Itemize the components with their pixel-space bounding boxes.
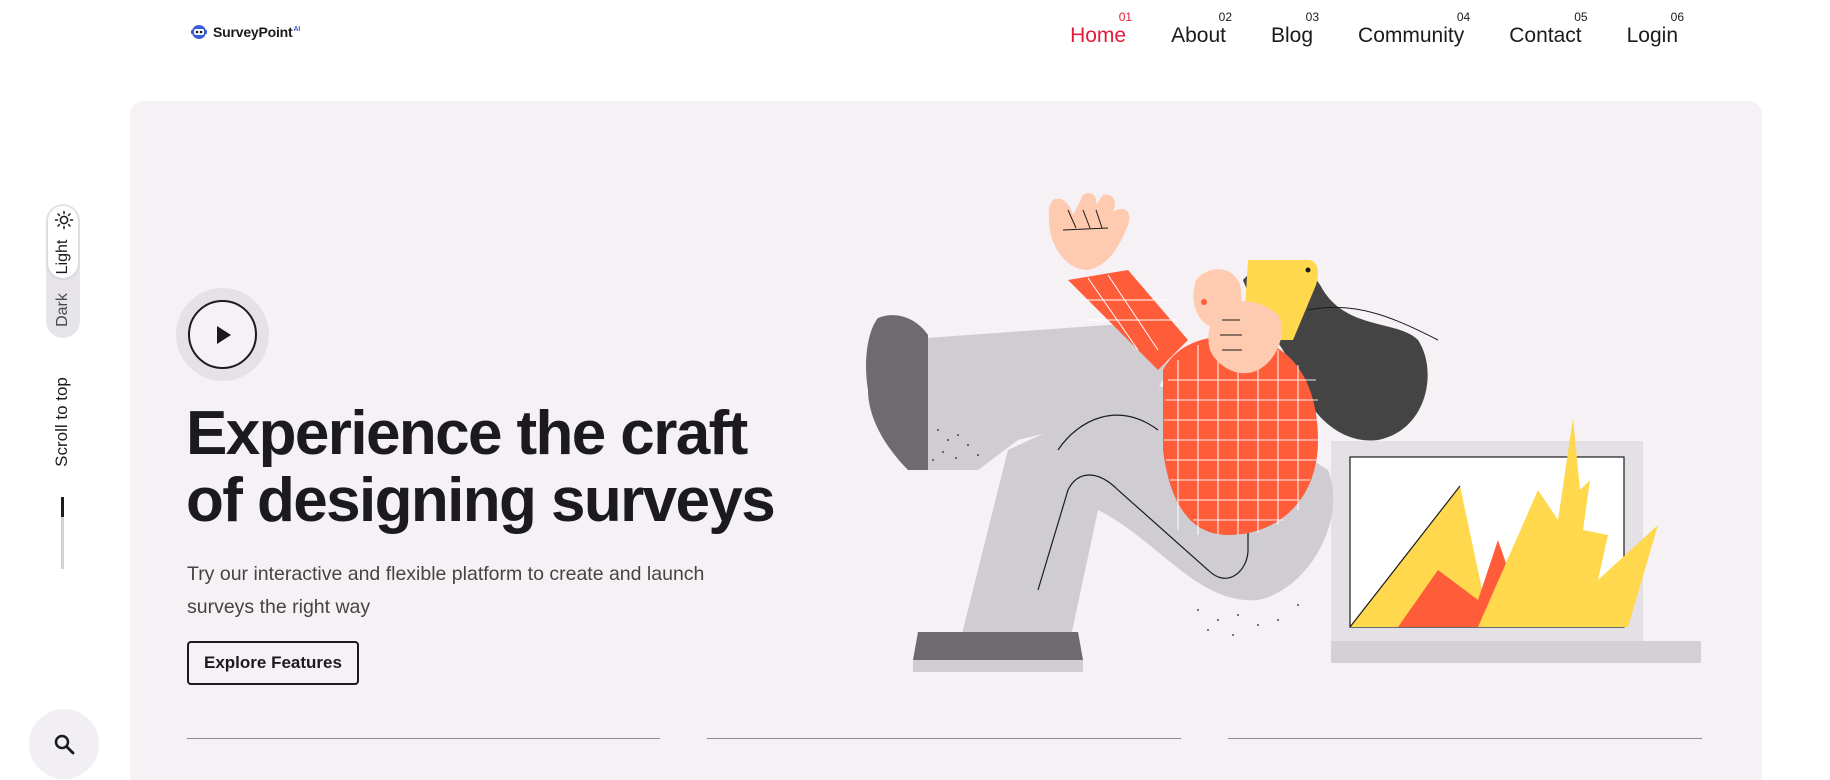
nav-number: 05: [1574, 10, 1588, 24]
hero-subtext: Try our interactive and flexible platfor…: [187, 563, 705, 618]
nav-number: 04: [1456, 10, 1471, 24]
play-button-inner: [188, 300, 257, 369]
logo[interactable]: SurveyPointAI: [189, 22, 300, 42]
sun-icon: [54, 210, 74, 230]
scroll-progress-thumb: [61, 497, 64, 517]
feature-divider-1: [187, 738, 660, 739]
nav-label: Blog: [1271, 24, 1314, 47]
nav-community[interactable]: 04 Community: [1358, 10, 1470, 48]
nav-label: About: [1171, 24, 1226, 47]
scroll-to-top[interactable]: Scroll to top: [52, 372, 72, 472]
nav-label: Contact: [1509, 24, 1582, 47]
headline-line-2: of designing surveys: [186, 466, 776, 535]
nav-contact[interactable]: 05 Contact: [1509, 10, 1587, 48]
logo-text: SurveyPointAI: [213, 24, 301, 40]
headline-line-1: Experience the craft: [186, 399, 748, 468]
explore-features-button[interactable]: Explore Features: [187, 641, 359, 685]
nav-number: 03: [1305, 10, 1320, 24]
nav-label: Login: [1626, 24, 1678, 47]
shoe-illustration: [913, 632, 1083, 660]
nav-number: 06: [1670, 10, 1684, 24]
feature-divider-3: [1228, 738, 1702, 739]
nav-login[interactable]: 06 Login: [1626, 10, 1684, 48]
nav-number: 02: [1218, 10, 1232, 24]
nav-home[interactable]: 01 Home: [1070, 10, 1132, 48]
theme-toggle[interactable]: Light Dark: [46, 204, 80, 338]
hero-illustration: [866, 193, 1701, 672]
feature-divider-2: [707, 738, 1181, 739]
nav-about[interactable]: 02 About: [1171, 10, 1232, 48]
laptop-illustration: [1331, 418, 1701, 663]
theme-light-label: Light: [54, 239, 71, 275]
play-icon: [216, 325, 231, 344]
hand-illustration: [1048, 193, 1130, 270]
nav-label: Community: [1358, 24, 1465, 47]
nav-number: 01: [1118, 10, 1133, 24]
nav-label: Home: [1070, 24, 1127, 47]
nav-blog[interactable]: 03 Blog: [1271, 10, 1319, 48]
search-icon: [54, 734, 75, 755]
play-video-button[interactable]: [176, 288, 269, 381]
theme-dark-label[interactable]: Dark: [54, 285, 72, 335]
hero-headline: Experience the craft of designing survey…: [186, 400, 806, 534]
main-nav: 01 Home 02 About 03 Blog 04 Community 05…: [1070, 10, 1684, 48]
search-button[interactable]: [29, 709, 99, 779]
theme-light-option[interactable]: Light: [48, 206, 78, 278]
robot-logo-icon: [191, 25, 207, 39]
